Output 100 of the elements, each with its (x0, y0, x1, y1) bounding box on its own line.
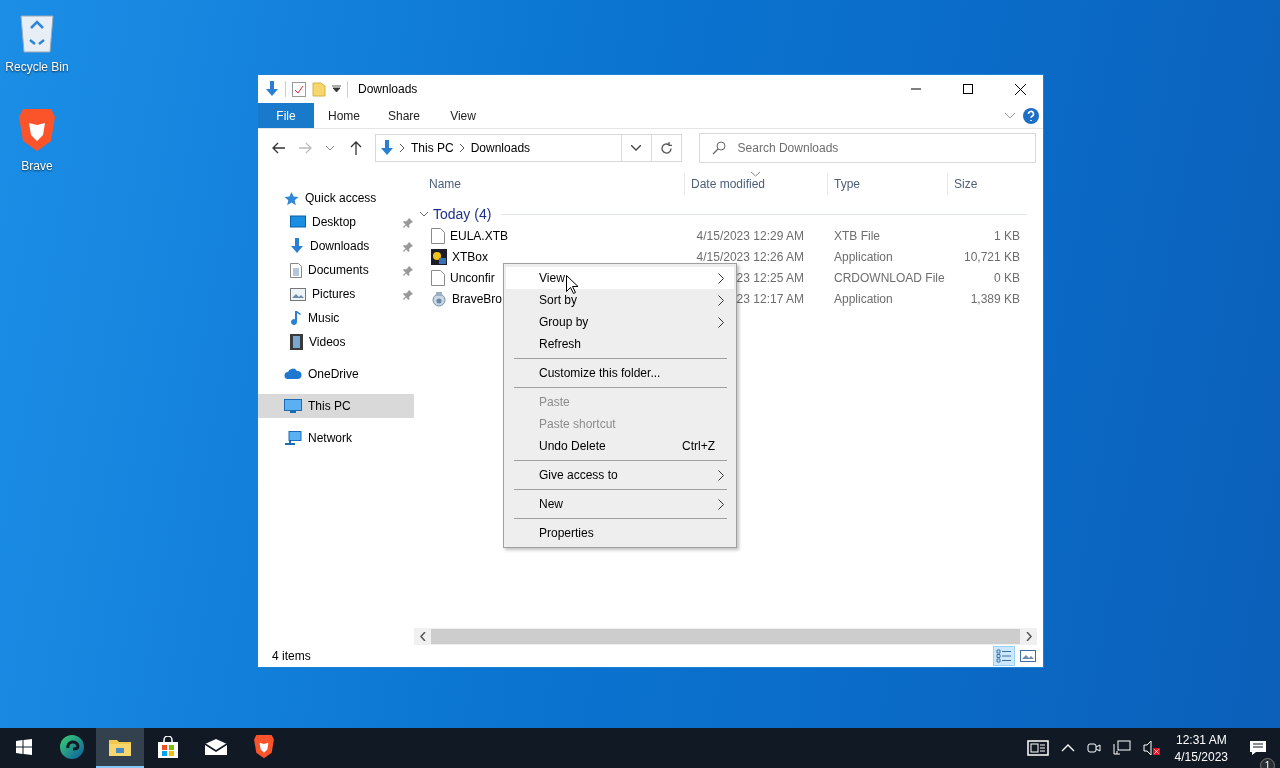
file-type-text: CRDOWNLOAD File (833, 270, 946, 285)
ribbon-tab[interactable]: Share (374, 103, 435, 128)
file-icon (431, 227, 445, 244)
film-icon (290, 334, 303, 350)
nav-item[interactable]: Desktop (258, 210, 414, 234)
column-header[interactable]: Date modified (684, 173, 827, 195)
details-view-button[interactable] (993, 646, 1015, 666)
menu-item[interactable]: Undo Delete Ctrl+Z (506, 435, 734, 457)
date-modified-text: 4/15/2023 12:26 AM (696, 249, 804, 264)
chevron-right-icon (400, 144, 405, 152)
column-header[interactable]: Size (947, 173, 1027, 195)
address-bar[interactable]: This PC Downloads (375, 134, 682, 162)
window-title: Downloads (358, 82, 419, 96)
breadcrumb[interactable]: This PC (411, 141, 454, 155)
help-icon[interactable] (1023, 107, 1039, 124)
nav-item[interactable]: This PC (258, 394, 414, 418)
nav-item[interactable]: Videos (258, 330, 414, 354)
file-name[interactable]: EULA.XTB (450, 228, 509, 243)
group-header[interactable]: Today (4) (433, 206, 492, 222)
taskbar-app-button[interactable] (96, 728, 144, 768)
chevron-left-icon[interactable] (419, 632, 426, 641)
maximize-icon (963, 84, 973, 94)
close-icon (1014, 83, 1026, 95)
chevron-right-icon (459, 144, 465, 152)
cloud-icon (284, 368, 302, 380)
date-modified-text: 23 12:17 AM (735, 291, 804, 306)
breadcrumb[interactable]: Downloads (470, 141, 531, 155)
menu-item[interactable]: Properties (506, 522, 734, 544)
menu-item[interactable]: New (506, 493, 734, 515)
download-arrow-icon[interactable] (265, 81, 279, 97)
refresh-icon[interactable] (659, 141, 673, 155)
file-name[interactable]: Unconfir (450, 270, 495, 285)
menu-item[interactable]: Refresh (506, 333, 734, 355)
nav-item[interactable]: OneDrive (258, 362, 414, 386)
file-size-text: 0 KB (993, 270, 1021, 285)
clock-date: 4/15/2023 (1174, 749, 1228, 764)
menu-item[interactable]: View (506, 267, 734, 289)
column-header[interactable]: Name (414, 173, 684, 195)
menu-item[interactable]: Sort by (506, 289, 734, 311)
desktop-icon-label[interactable]: Recycle Bin (5, 60, 69, 74)
forward-arrow-icon (297, 142, 312, 154)
date-modified-text: 23 12:25 AM (735, 270, 804, 285)
file-menu-button[interactable]: File (258, 103, 314, 128)
desktop-icon-label[interactable]: Brave (21, 159, 53, 173)
network-icon (284, 430, 302, 446)
search-box[interactable]: Search Downloads (698, 133, 1036, 163)
document-icon (290, 262, 302, 278)
nav-item[interactable]: Downloads (258, 234, 414, 258)
desktop-icon (290, 215, 306, 229)
item-count-text: 4 items (272, 649, 312, 663)
download-arrow-icon (290, 238, 304, 254)
message-icon (1249, 740, 1267, 756)
chevron-down-icon (326, 145, 335, 151)
installer-icon (431, 290, 447, 307)
horizontal-scrollbar[interactable] (414, 628, 1037, 645)
nav-item[interactable]: Documents (258, 258, 414, 282)
menu-item[interactable]: Customize this folder... (506, 362, 734, 384)
chevron-down-icon[interactable] (631, 145, 642, 151)
chevron-up-icon (1060, 743, 1075, 753)
star-icon (284, 190, 299, 206)
folder-icon (108, 737, 132, 757)
pin-icon[interactable] (403, 265, 413, 279)
file-name[interactable]: BraveBro (452, 291, 503, 306)
date-modified-text: 4/15/2023 12:29 AM (696, 228, 804, 243)
search-field[interactable]: Search Downloads (735, 140, 1035, 156)
chevron-right-icon[interactable] (1025, 632, 1032, 641)
pin-icon[interactable] (403, 241, 413, 255)
pictures-icon (290, 287, 306, 301)
nav-item[interactable]: Pictures (258, 282, 414, 306)
ribbon-tab[interactable]: View (434, 103, 493, 128)
app-icon (431, 248, 447, 265)
monitor-icon (284, 398, 302, 414)
shortcut-text: Ctrl+Z (682, 439, 715, 453)
column-header[interactable]: Type (827, 173, 947, 195)
back-arrow-icon (271, 142, 286, 154)
file-type-text: Application (833, 249, 894, 264)
properties-icon[interactable] (292, 81, 306, 97)
nav-item[interactable]: Network (258, 426, 414, 450)
file-size-text: 1 KB (993, 228, 1021, 243)
menu-item[interactable]: Group by (506, 311, 734, 333)
store-bag-icon (157, 736, 179, 758)
nav-item[interactable]: Quick access (258, 186, 414, 210)
pin-icon[interactable] (403, 289, 413, 303)
file-type-text: XTB File (833, 228, 881, 243)
mouse-pointer-icon (566, 275, 578, 294)
menu-item[interactable]: Give access to (506, 464, 734, 486)
lion-shield-icon (17, 107, 57, 153)
up-arrow-icon (350, 141, 363, 155)
dropdown-arrow-icon[interactable] (332, 85, 341, 93)
file-name[interactable]: XTBox (452, 249, 488, 264)
wired-network-icon (1112, 740, 1131, 756)
news-icon (1026, 740, 1049, 756)
nav-item[interactable]: Music (258, 306, 414, 330)
scrollbar-thumb[interactable] (431, 629, 1020, 644)
chevron-down-icon[interactable] (419, 209, 429, 219)
pin-icon[interactable] (403, 217, 413, 231)
ribbon-tab[interactable]: Home (314, 103, 374, 128)
clock[interactable]: 12:31 AM 4/15/2023 (1166, 732, 1236, 764)
file-size-text: 10,721 KB (962, 249, 1021, 264)
file-icon (431, 269, 445, 286)
